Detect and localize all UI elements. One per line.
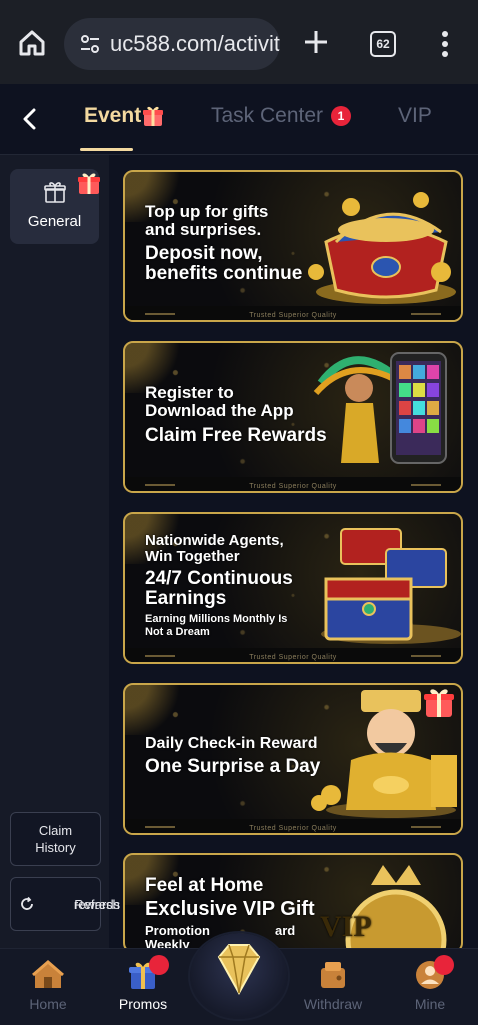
house-icon xyxy=(32,960,64,988)
banner-3-line-2: Win Together xyxy=(145,548,240,565)
banner-footer: Trusted Superior Quality xyxy=(125,477,461,491)
banner-3-line-5: Earning Millions Monthly Is xyxy=(145,613,288,625)
claim-history-label-2: History xyxy=(35,840,76,855)
tab-switcher-button[interactable]: 62 xyxy=(370,31,396,57)
banner-2-line-2: Download the App xyxy=(145,401,294,420)
banner-1-line-4: benefits continue xyxy=(145,263,303,284)
bottom-navigation: Home Promos Withdraw Mine xyxy=(0,933,478,1025)
address-bar[interactable]: uc588.com/activit xyxy=(64,18,280,70)
nav-home-label: Home xyxy=(29,996,67,1012)
nav-promos[interactable]: Promos xyxy=(103,949,183,1025)
active-tab-indicator xyxy=(80,148,133,151)
url-text[interactable]: uc588.com/activit xyxy=(110,31,280,57)
nav-mine-label: Mine xyxy=(414,996,446,1012)
banner-deposit[interactable]: Top up for gifts and surprises. Deposit … xyxy=(123,170,463,322)
banner-daily-checkin[interactable]: Daily Check-in Reward One Surprise a Day… xyxy=(123,683,463,835)
banner-5-line-2: Exclusive VIP Gift xyxy=(145,898,315,920)
banner-4-line-2: One Surprise a Day xyxy=(145,756,321,777)
banner-5-art-text: VIP xyxy=(320,910,372,943)
banner-download-app[interactable]: Register to Download the App Claim Free … xyxy=(123,341,463,493)
vip-medal-art xyxy=(345,865,447,951)
wallet-icon xyxy=(321,962,345,988)
banner-4-line-1: Daily Check-in Reward xyxy=(145,735,318,752)
refresh-rewards-button[interactable]: Refresh rewards xyxy=(10,877,120,931)
gift-outline-icon xyxy=(44,182,66,203)
nav-withdraw[interactable]: Withdraw xyxy=(293,949,373,1025)
banner-1-line-3: Deposit now, xyxy=(145,243,263,264)
banner-5-line-3: Promotion xyxy=(145,923,210,938)
nav-withdraw-label: Withdraw xyxy=(303,996,363,1012)
tab-task-center[interactable]: Task Center xyxy=(211,104,323,128)
banner-footer: Trusted Superior Quality xyxy=(125,819,461,833)
banner-1-line-2: and surprises. xyxy=(145,220,262,239)
banner-footer: Trusted Superior Quality xyxy=(125,306,461,320)
banner-2-line-3: Claim Free Rewards xyxy=(145,425,327,446)
refresh-label-2: rewards xyxy=(73,897,121,912)
site-settings-icon[interactable] xyxy=(78,32,102,56)
girl-with-phone-art xyxy=(313,352,447,464)
banner-3-line-3: 24/7 Continuous xyxy=(145,568,293,589)
banner-vip-gift[interactable]: VIP Feel at Home Exclusive VIP Gift Prom… xyxy=(123,853,463,953)
browser-toolbar: uc588.com/activit 62 xyxy=(0,0,478,85)
gift-badge-icon xyxy=(78,173,100,194)
banner-agents[interactable]: Nationwide Agents, Win Together 24/7 Con… xyxy=(123,512,463,664)
banner-3-line-1: Nationwide Agents, xyxy=(145,532,284,549)
nav-promos-label: Promos xyxy=(118,996,168,1012)
banner-3-line-4: Earnings xyxy=(145,588,227,609)
tab-vip[interactable]: VIP xyxy=(398,104,432,128)
back-arrow-icon[interactable] xyxy=(18,104,42,134)
home-icon[interactable] xyxy=(17,28,47,58)
banner-2-line-1: Register to xyxy=(145,383,234,402)
treasure-pot-art xyxy=(308,192,456,304)
gift-icon xyxy=(143,106,163,126)
footer-ornament-right xyxy=(411,826,441,828)
banner-1-line-1: Top up for gifts xyxy=(145,202,269,221)
claim-history-button[interactable]: Claim History xyxy=(10,812,101,866)
corner-decoration xyxy=(125,685,185,735)
banner-footer: Trusted Superior Quality xyxy=(125,648,461,662)
new-tab-icon[interactable] xyxy=(302,28,330,56)
mine-badge xyxy=(434,955,454,975)
footer-ornament-right xyxy=(411,655,441,657)
category-general-label: General xyxy=(27,213,82,230)
promos-badge xyxy=(149,955,169,975)
tab-event[interactable]: Event xyxy=(84,104,141,128)
banner-3-line-6: Not a Dream xyxy=(145,626,210,638)
claim-history-label-1: Claim xyxy=(38,823,73,838)
refresh-icon xyxy=(21,896,33,910)
banner-5-line-1: Feel at Home xyxy=(145,875,264,896)
more-vertical-icon[interactable] xyxy=(435,30,455,58)
task-center-badge: 1 xyxy=(331,106,351,126)
tab-header: Event Task Center 1 VIP xyxy=(0,84,478,155)
diamond-icon xyxy=(217,944,261,996)
banner-5-line-4: ard xyxy=(275,923,296,938)
footer-ornament-right xyxy=(411,484,441,486)
nav-mine[interactable]: Mine xyxy=(390,949,470,1025)
floating-gift-icon[interactable] xyxy=(422,685,456,719)
center-diamond-button[interactable] xyxy=(190,933,288,1019)
footer-ornament-right xyxy=(411,313,441,315)
category-sidebar: General Claim History Refresh rewards xyxy=(0,155,120,948)
nav-home[interactable]: Home xyxy=(8,949,88,1025)
treasure-chests-art xyxy=(321,528,461,644)
